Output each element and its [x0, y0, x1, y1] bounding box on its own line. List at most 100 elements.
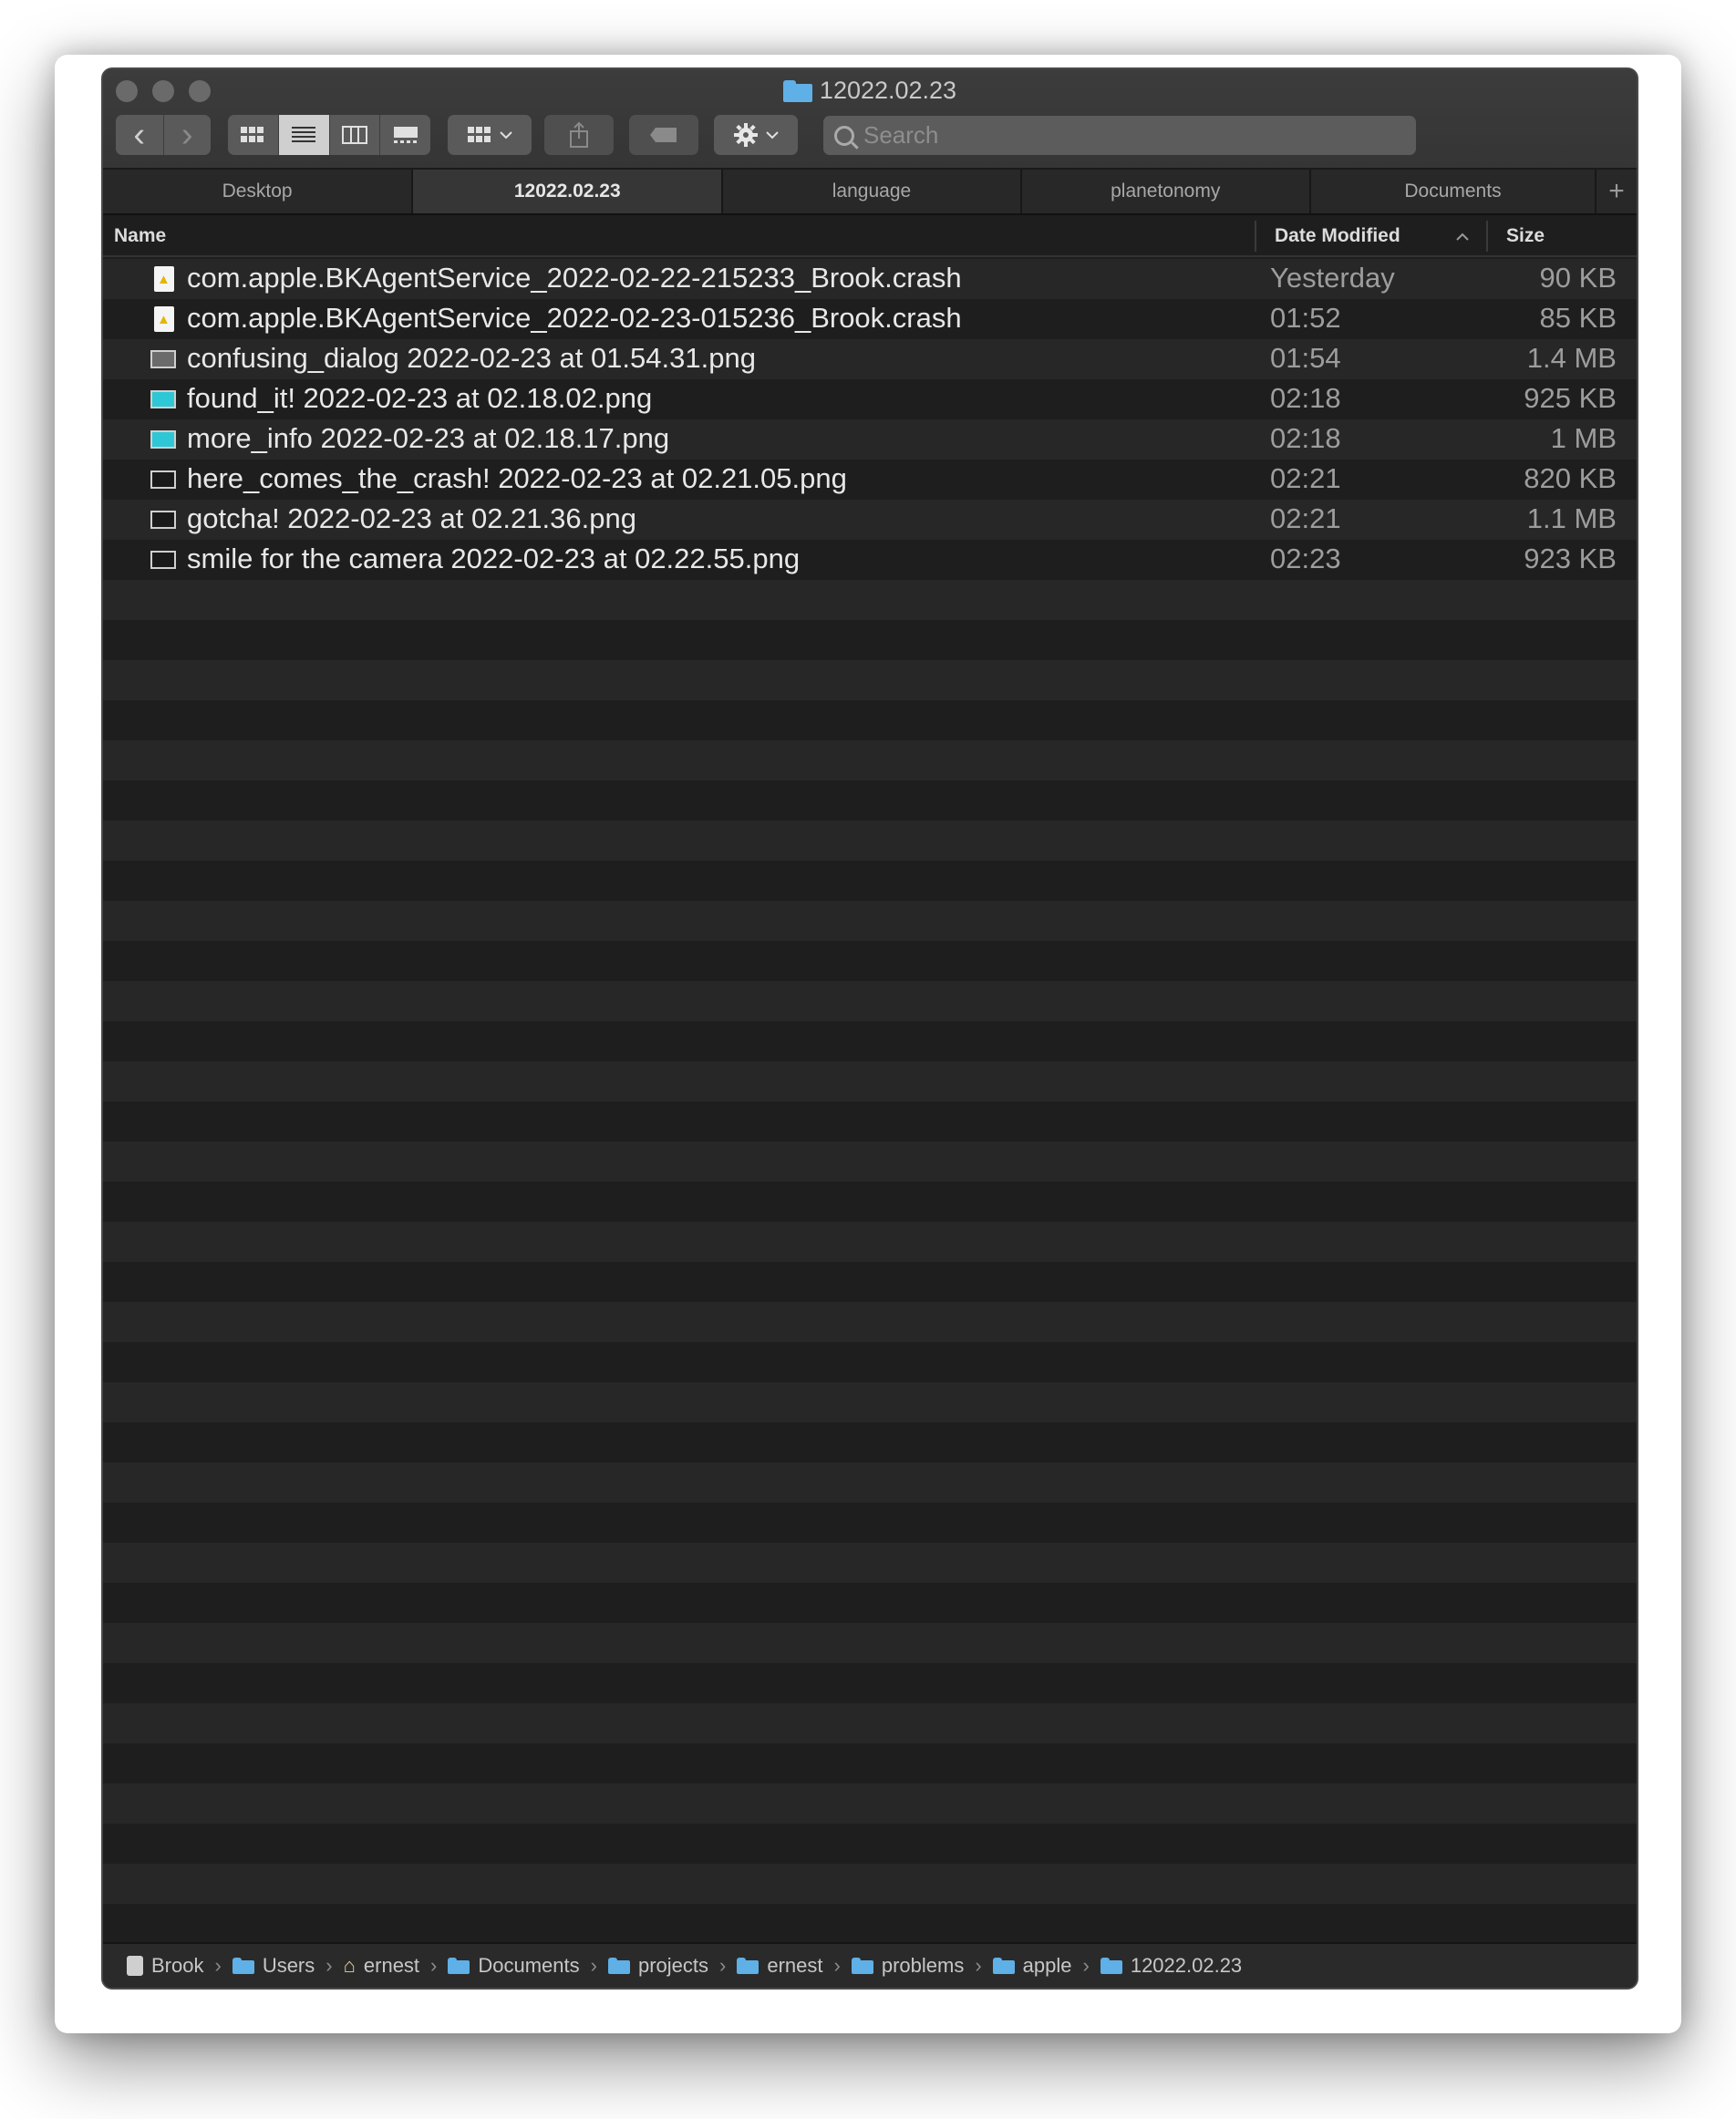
- path-label: ernest: [363, 1954, 420, 1977]
- file-name: com.apple.BKAgentService_2022-02-22-2152…: [187, 262, 962, 294]
- row-stripe: [103, 1422, 1637, 1463]
- path-separator: ›: [590, 1954, 597, 1977]
- path-item-current[interactable]: 12022.02.23: [1100, 1954, 1242, 1978]
- folder-icon: [782, 79, 812, 102]
- tab-12022-02-23[interactable]: 12022.02.23: [413, 170, 724, 213]
- file-row[interactable]: smile for the camera 2022-02-23 at 02.22…: [103, 540, 1637, 580]
- back-button[interactable]: ‹: [116, 115, 164, 155]
- group-by-button[interactable]: [448, 115, 532, 155]
- file-date: 02:18: [1270, 382, 1341, 414]
- path-item-projects[interactable]: projects: [607, 1954, 709, 1978]
- tab-documents[interactable]: Documents: [1311, 170, 1597, 213]
- image-thumbnail-icon: [150, 390, 176, 408]
- path-label: problems: [881, 1954, 965, 1977]
- column-view-button[interactable]: [330, 115, 381, 155]
- row-stripe: [103, 780, 1637, 821]
- column-divider[interactable]: [1486, 221, 1488, 252]
- path-item-ernest[interactable]: ernest: [737, 1954, 823, 1978]
- file-date: 02:21: [1270, 462, 1341, 494]
- folder-icon: [448, 1958, 470, 1974]
- gallery-view-button[interactable]: [380, 115, 430, 155]
- file-row[interactable]: com.apple.BKAgentService_2022-02-22-2152…: [103, 259, 1637, 299]
- tab-desktop[interactable]: Desktop: [103, 170, 414, 213]
- tab-language[interactable]: language: [723, 170, 1022, 213]
- file-row[interactable]: com.apple.BKAgentService_2022-02-23-0152…: [103, 299, 1637, 339]
- row-stripe: [103, 1703, 1637, 1743]
- search-icon: [834, 125, 854, 146]
- path-label: Documents: [478, 1954, 580, 1977]
- column-date-label: Date Modified: [1275, 225, 1400, 246]
- column-divider[interactable]: [1255, 221, 1256, 252]
- path-separator: ›: [214, 1954, 222, 1977]
- row-stripe: [103, 1783, 1637, 1824]
- grid-icon: [241, 127, 264, 142]
- path-separator: ›: [1082, 1954, 1090, 1977]
- tab-planetonomy[interactable]: planetonomy: [1022, 170, 1311, 213]
- search-field[interactable]: Search: [823, 116, 1416, 155]
- row-stripe: [103, 1623, 1637, 1663]
- share-button[interactable]: [544, 115, 614, 155]
- file-name: more_info 2022-02-23 at 02.18.17.png: [187, 422, 670, 454]
- action-menu-button[interactable]: [714, 115, 798, 155]
- share-icon: [570, 121, 588, 148]
- tab-label: planetonomy: [1111, 181, 1221, 202]
- path-separator: ›: [430, 1954, 438, 1977]
- path-item-ernest-home[interactable]: ⌂ ernest: [344, 1954, 419, 1978]
- nav-buttons: ‹ ›: [116, 115, 211, 155]
- path-item-apple[interactable]: apple: [992, 1954, 1072, 1978]
- file-size: 1.4 MB: [1526, 342, 1617, 374]
- icon-view-button[interactable]: [228, 115, 279, 155]
- row-stripe: [103, 1583, 1637, 1623]
- file-row[interactable]: confusing_dialog 2022-02-23 at 01.54.31.…: [103, 339, 1637, 379]
- row-stripe: [103, 1262, 1637, 1302]
- file-date: 01:54: [1270, 342, 1341, 374]
- gallery-icon: [393, 127, 418, 143]
- disk-icon: [127, 1956, 143, 1976]
- grid-icon: [468, 127, 491, 142]
- row-stripe: [103, 1824, 1637, 1864]
- file-name: gotcha! 2022-02-23 at 02.21.36.png: [187, 502, 636, 534]
- file-date: Yesterday: [1270, 262, 1395, 294]
- file-date: 01:52: [1270, 302, 1341, 334]
- column-date-modified[interactable]: Date Modified: [1275, 215, 1400, 257]
- forward-button[interactable]: ›: [164, 115, 212, 155]
- tab-label: Desktop: [222, 181, 293, 202]
- file-name: confusing_dialog 2022-02-23 at 01.54.31.…: [187, 342, 756, 374]
- column-size[interactable]: Size: [1506, 215, 1545, 257]
- file-row[interactable]: gotcha! 2022-02-23 at 02.21.36.png 02:21…: [103, 500, 1637, 540]
- file-size: 923 KB: [1524, 543, 1617, 574]
- path-label: Users: [262, 1954, 315, 1977]
- folder-icon: [737, 1958, 760, 1974]
- image-thumbnail-icon: [150, 430, 176, 449]
- row-stripe: [103, 1342, 1637, 1382]
- folder-icon: [1100, 1958, 1122, 1974]
- window-title: 12022.02.23: [103, 77, 1637, 105]
- image-thumbnail-icon: [150, 551, 176, 569]
- file-name: com.apple.BKAgentService_2022-02-23-0152…: [187, 302, 962, 334]
- tags-button[interactable]: [629, 115, 698, 155]
- file-date: 02:23: [1270, 543, 1341, 574]
- tab-label: language: [832, 181, 912, 202]
- file-date: 02:21: [1270, 502, 1341, 534]
- file-name: here_comes_the_crash! 2022-02-23 at 02.2…: [187, 462, 847, 494]
- columns-icon: [341, 126, 367, 144]
- view-mode-selector: [228, 115, 430, 155]
- path-label: projects: [637, 1954, 709, 1977]
- file-row[interactable]: more_info 2022-02-23 at 02.18.17.png 02:…: [103, 419, 1637, 460]
- tab-label: Documents: [1404, 181, 1502, 202]
- path-item-brook[interactable]: Brook: [127, 1954, 203, 1978]
- new-tab-button[interactable]: +: [1596, 170, 1637, 213]
- file-size: 1 MB: [1550, 422, 1617, 454]
- list-view-button[interactable]: [278, 115, 330, 155]
- column-name[interactable]: Name: [114, 215, 166, 257]
- path-item-users[interactable]: Users: [232, 1954, 315, 1978]
- plus-icon: +: [1608, 176, 1625, 206]
- path-item-problems[interactable]: problems: [851, 1954, 965, 1978]
- file-size: 85 KB: [1539, 302, 1617, 334]
- path-item-documents[interactable]: Documents: [448, 1954, 580, 1978]
- file-row[interactable]: found_it! 2022-02-23 at 02.18.02.png 02:…: [103, 379, 1637, 419]
- file-row[interactable]: here_comes_the_crash! 2022-02-23 at 02.2…: [103, 460, 1637, 500]
- image-thumbnail-icon: [150, 470, 176, 489]
- chevron-left-icon: ‹: [133, 116, 146, 154]
- row-stripe: [103, 1904, 1637, 1944]
